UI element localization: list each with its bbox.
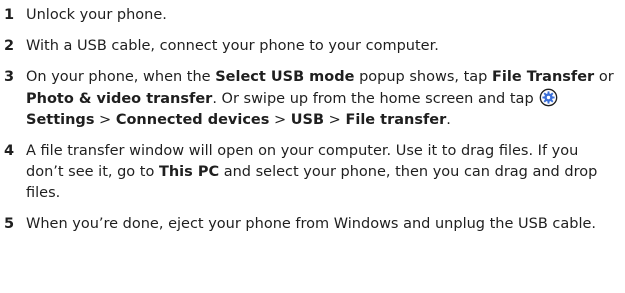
step-text-run: > <box>269 112 291 128</box>
step-text-run: > <box>324 112 346 128</box>
step-text-run: When you’re done, eject your phone from … <box>26 216 597 232</box>
step-emphasis: Settings <box>26 112 95 128</box>
step-text-run: popup shows, tap <box>354 69 492 85</box>
step-text-run: Unlock your phone. <box>26 7 167 23</box>
step-text: When you’re done, eject your phone from … <box>26 214 625 235</box>
step-text-run: On your phone, when the <box>26 69 216 85</box>
step-number: 5 <box>4 216 15 232</box>
step-text: A file transfer window will open on your… <box>26 141 625 204</box>
step-text-run: > <box>94 112 116 128</box>
step-emphasis: File Transfer <box>492 69 595 85</box>
step-text: On your phone, when the Select USB mode … <box>26 67 625 131</box>
step-text-run: . <box>446 112 451 128</box>
settings-gear-icon <box>539 88 558 107</box>
step-emphasis: USB <box>290 112 325 128</box>
step-number: 2 <box>4 38 15 54</box>
step-emphasis: Connected devices <box>115 112 270 128</box>
step-text-run: . Or swipe up from the home screen and t… <box>212 91 539 107</box>
step-number: 1 <box>4 7 15 23</box>
step-item: 2 With a USB cable, connect your phone to… <box>0 36 625 57</box>
instruction-steps: 1 Unlock your phone. 2 With a USB cable, co… <box>0 0 625 235</box>
step-item: 1 Unlock your phone. <box>0 5 625 26</box>
step-number: 3 <box>4 69 15 85</box>
step-emphasis: This PC <box>158 164 220 180</box>
step-text-run: With a USB cable, connect your phone to … <box>26 38 439 54</box>
step-item: 4 A file transfer window will open on you… <box>0 141 625 204</box>
step-text: With a USB cable, connect your phone to … <box>26 36 625 57</box>
step-emphasis: Select USB mode <box>215 69 355 85</box>
step-emphasis: File transfer <box>345 112 447 128</box>
step-number: 4 <box>4 143 15 159</box>
step-item: 5 When you’re done, eject your phone from… <box>0 214 625 235</box>
step-emphasis: Photo & video transfer <box>26 91 213 107</box>
step-text: Unlock your phone. <box>26 5 625 26</box>
step-item: 3 On your phone, when the Select USB mode… <box>0 67 625 131</box>
step-text-run: or <box>594 69 614 85</box>
